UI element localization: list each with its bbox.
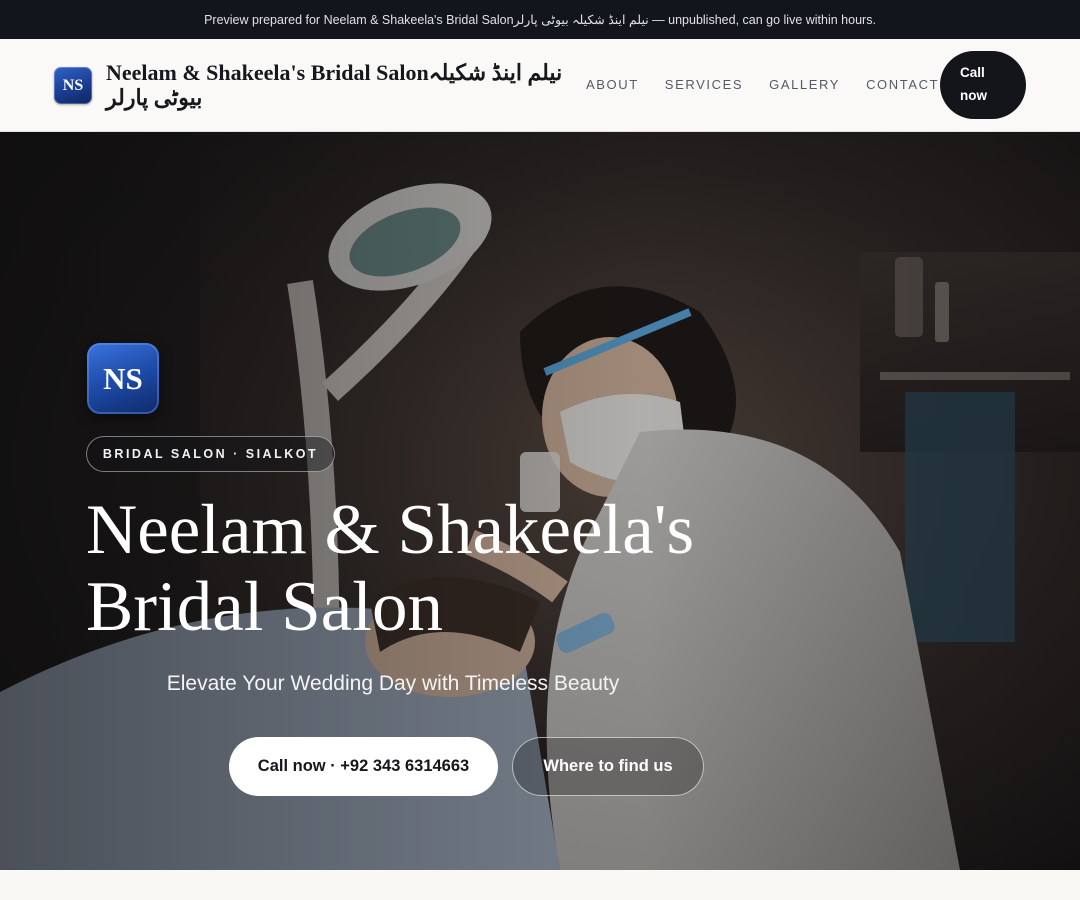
where-to-find-us-button[interactable]: Where to find us — [512, 737, 704, 796]
nav-contact[interactable]: CONTACT — [866, 76, 939, 94]
preview-banner: Preview prepared for Neelam & Shakeela's… — [0, 0, 1080, 39]
hero-tagline-pill: BRIDAL SALON · SIALKOT — [86, 436, 335, 472]
header-call-button[interactable]: Call now — [940, 51, 1026, 119]
nav-services[interactable]: SERVICES — [665, 76, 743, 94]
preview-banner-text: Preview prepared for Neelam & Shakeela's… — [204, 13, 876, 27]
brand-name[interactable]: Neelam & Shakeela's Bridal Salonنیلم این… — [106, 60, 586, 110]
nav-about[interactable]: ABOUT — [586, 76, 639, 94]
call-now-phone-button[interactable]: Call now · +92 343 6314663 — [229, 737, 498, 796]
hero-subtitle: Elevate Your Wedding Day with Timeless B… — [166, 672, 620, 695]
hero-logo-badge: NS — [87, 343, 159, 414]
brand-logo[interactable]: NS — [54, 67, 92, 104]
nav-gallery[interactable]: GALLERY — [769, 76, 840, 94]
site-header: NS Neelam & Shakeela's Bridal Salonنیلم … — [0, 39, 1080, 132]
hero-title: Neelam & Shakeela's Bridal Salon — [86, 491, 695, 646]
hero-section: NS BRIDAL SALON · SIALKOT Neelam & Shake… — [0, 132, 1080, 870]
main-nav: ABOUT SERVICES GALLERY CONTACT — [586, 76, 939, 94]
